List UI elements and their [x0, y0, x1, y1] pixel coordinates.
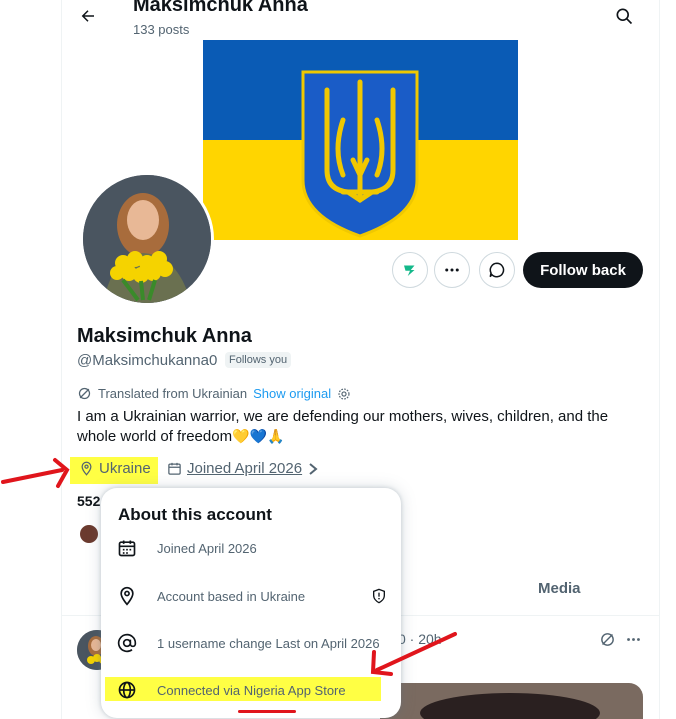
shield-icon[interactable]: [371, 588, 387, 604]
bio-text: whole world of freedom: [77, 428, 233, 445]
grok-button[interactable]: [392, 252, 428, 288]
post-media[interactable]: [380, 683, 643, 719]
location-row: Ukraine: [79, 460, 151, 477]
show-original-link[interactable]: Show original: [253, 386, 331, 401]
popup-based-in-text: Account based in Ukraine: [157, 588, 306, 604]
back-button[interactable]: [72, 2, 104, 30]
more-icon: [626, 637, 640, 641]
search-button[interactable]: [608, 2, 640, 30]
annotation-arrow-right: [370, 632, 457, 676]
gear-icon[interactable]: [337, 387, 351, 401]
tab-media[interactable]: Media: [538, 580, 581, 597]
bio-emoji: 💛💙🙏: [232, 428, 285, 444]
grok-icon: [404, 265, 415, 276]
bio-line-2: whole world of freedom 💛💙🙏: [77, 428, 284, 445]
followed-by-avatar: [78, 523, 100, 545]
location-text: Ukraine: [99, 460, 151, 477]
more-icon: [445, 268, 459, 272]
post-translate-button[interactable]: [596, 628, 618, 650]
popup-row-username-change: 1 username change Last on April 2026: [117, 633, 380, 653]
popup-title: About this account: [118, 505, 272, 524]
translate-icon: [600, 632, 614, 646]
follows-you-badge: Follows you: [225, 352, 292, 368]
popup-row-joined: Joined April 2026: [117, 538, 257, 558]
avatar-photo: [83, 175, 211, 303]
more-button[interactable]: [434, 252, 470, 288]
following-count[interactable]: 552: [77, 493, 100, 509]
joined-text[interactable]: Joined April 2026: [187, 460, 302, 477]
location-pin-icon: [120, 586, 134, 606]
bio-line-1: I am a Ukrainian warrior, we are defendi…: [77, 408, 609, 425]
calendar-icon: [168, 462, 181, 475]
header-title: Maksimchuk Anna: [133, 0, 308, 16]
arrow-left-icon: [81, 10, 94, 22]
translate-icon: [78, 387, 91, 400]
popup-connected-via-text: Connected via Nigeria App Store: [157, 682, 346, 698]
post-more-button[interactable]: [622, 628, 644, 650]
globe-icon: [118, 681, 136, 699]
search-icon: [616, 8, 633, 25]
profile-handle: @Maksimchukanna0: [77, 352, 218, 369]
chevron-right-icon: [309, 462, 318, 475]
at-sign-icon: [117, 633, 137, 653]
follow-back-button[interactable]: Follow back: [523, 252, 643, 288]
profile-name: Maksimchuk Anna: [77, 325, 252, 347]
joined-row[interactable]: Joined April 2026: [167, 460, 319, 477]
annotation-underline: [238, 710, 296, 713]
popup-row-based-in: Account based in Ukraine: [117, 586, 387, 606]
message-button[interactable]: [479, 252, 515, 288]
about-account-popup: About this account Joined April 2026 Acc…: [101, 488, 401, 718]
location-pin-icon: [81, 461, 92, 476]
popup-username-change-text: 1 username change Last on April 2026: [157, 635, 380, 651]
calendar-icon: [118, 540, 136, 557]
translated-label: Translated from Ukrainian: [98, 386, 248, 401]
message-icon: [489, 262, 505, 278]
translation-row: Translated from Ukrainian Show original: [77, 386, 351, 401]
trident-coat-of-arms: [301, 70, 419, 238]
annotation-arrow-left: [1, 458, 70, 488]
header-post-count: 133 posts: [133, 22, 190, 37]
popup-joined-text: Joined April 2026: [157, 540, 257, 556]
popup-row-connected-via: Connected via Nigeria App Store: [117, 680, 346, 700]
profile-banner[interactable]: [203, 40, 518, 240]
avatar[interactable]: [80, 172, 214, 306]
